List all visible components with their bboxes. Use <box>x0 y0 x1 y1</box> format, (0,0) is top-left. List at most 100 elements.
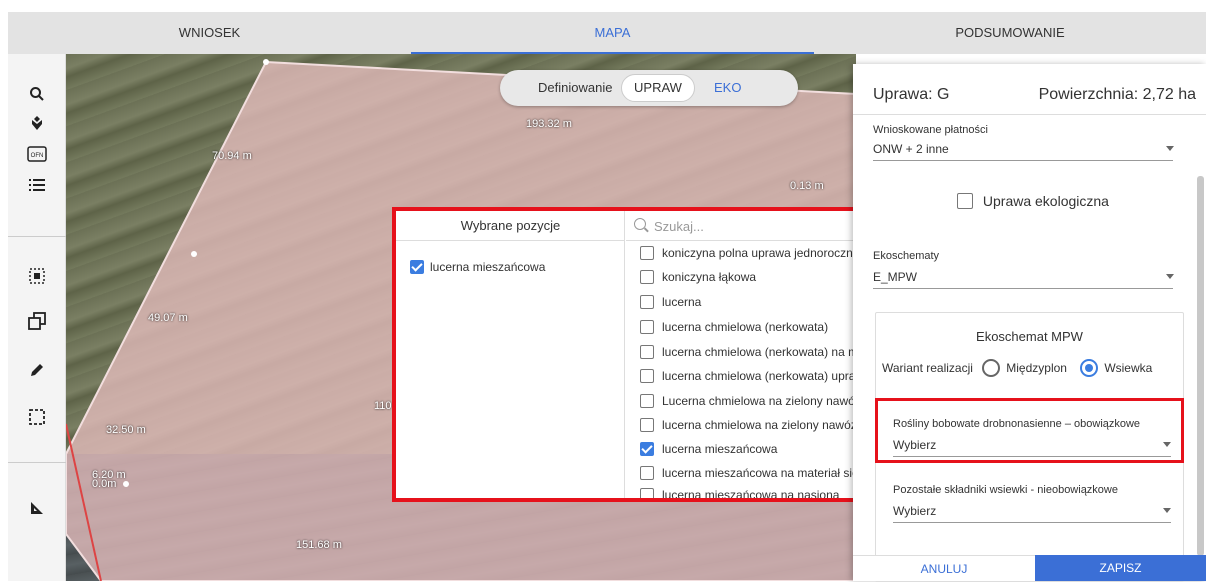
edit-icon[interactable] <box>8 358 66 386</box>
mandatory-field-highlight <box>875 398 1184 463</box>
radio-wsiewka[interactable]: Wsiewka <box>1080 359 1152 377</box>
svg-text:OFN: OFN <box>31 153 44 159</box>
toolbar-divider <box>8 462 66 463</box>
option-label: lucerna mieszańcowa na materiał siewı <box>662 465 861 480</box>
radio-miedzyplon[interactable]: Międzyplon <box>982 359 1067 377</box>
option-label: lucerna mieszańcowa na nasiona <box>662 487 840 498</box>
option-label: lucerna <box>662 294 702 309</box>
orthophoto-icon[interactable]: OFN <box>8 142 66 170</box>
tab-podsumowanie[interactable]: PODSUMOWANIE <box>814 12 1206 54</box>
radio-icon[interactable] <box>982 359 1001 377</box>
option-label: lucerna chmielowa (nerkowata) uprawa <box>662 368 861 383</box>
top-tab-bar: WNIOSEK MAPA PODSUMOWANIE <box>8 12 1206 54</box>
map-measure-label: 110 <box>374 400 392 412</box>
option-item[interactable]: lucerna mieszańcowa <box>640 437 777 459</box>
mode-switch-label: Definiowanie <box>538 80 613 95</box>
checkbox-icon[interactable] <box>640 368 654 383</box>
cancel-button[interactable]: ANULUJ <box>853 555 1035 581</box>
checkbox-icon[interactable] <box>640 465 654 480</box>
option-label: Lucerna chmielowa na zielony nawóz <box>662 393 861 408</box>
optional-select[interactable]: Wybierz <box>893 504 936 518</box>
chevron-down-icon[interactable] <box>1163 508 1171 513</box>
bounding-box-icon[interactable] <box>8 406 66 434</box>
search-icon[interactable] <box>8 82 66 110</box>
variant-row: Wariant realizacji Międzyplon Wsiewka <box>882 359 1152 377</box>
mandatory-label: Rośliny bobowate drobnonasienne – obowią… <box>893 418 1141 430</box>
checkbox-icon[interactable] <box>640 269 654 284</box>
chevron-down-icon[interactable] <box>1166 146 1174 151</box>
map-measure-label: 151.68 m <box>296 539 342 551</box>
payments-underline <box>873 160 1173 161</box>
option-item[interactable]: lucerna chmielowa (nerkowata) na mat <box>640 340 861 362</box>
checkbox-checked-icon[interactable] <box>640 441 654 456</box>
option-label: lucerna chmielowa (nerkowata) <box>662 319 829 334</box>
tab-wniosek[interactable]: WNIOSEK <box>8 12 411 54</box>
checkbox-icon[interactable] <box>640 319 654 334</box>
select-area-icon[interactable] <box>8 264 66 292</box>
map-measure-label: 70.94 m <box>212 150 252 162</box>
option-item[interactable]: lucerna mieszańcowa na materiał siewı <box>640 461 861 483</box>
map-measure-label: 49.07 m <box>148 312 188 324</box>
checkbox-icon[interactable] <box>640 487 654 498</box>
option-item[interactable]: lucerna chmielowa (nerkowata) <box>640 315 828 337</box>
chevron-down-icon[interactable] <box>1166 274 1174 279</box>
checkbox-icon[interactable] <box>640 393 654 408</box>
radio-label: Międzyplon <box>1006 361 1067 375</box>
selected-item-label: lucerna mieszańcowa <box>430 259 546 274</box>
checkbox-icon[interactable] <box>640 294 654 309</box>
chevron-down-icon[interactable] <box>1163 442 1171 447</box>
mandatory-select[interactable]: Wybierz <box>893 438 936 452</box>
panel-scrollbar[interactable] <box>1197 176 1204 556</box>
eco-checkbox[interactable]: Uprawa ekologiczna <box>957 192 1109 210</box>
checkbox-icon[interactable] <box>640 344 654 359</box>
map-measure-label: 0.13 m <box>790 180 824 192</box>
option-item[interactable]: lucerna <box>640 290 701 312</box>
option-item[interactable]: lucerna chmielowa na zielony nawóz w <box>640 413 861 435</box>
optional-underline <box>893 522 1171 523</box>
mode-upraw-button[interactable]: UPRAW <box>621 74 695 102</box>
payments-select[interactable]: ONW + 2 inne <box>873 142 949 156</box>
selected-item[interactable]: lucerna mieszańcowa <box>410 259 545 274</box>
search-icon <box>634 218 646 230</box>
option-item[interactable]: Lucerna chmielowa na zielony nawóz <box>640 389 861 411</box>
option-item[interactable]: koniczyna łąkowa <box>640 265 756 287</box>
map-measure-label: 32.50 m <box>106 424 146 436</box>
radio-selected-icon[interactable] <box>1080 359 1099 377</box>
ekoschematy-select[interactable]: E_MPW <box>873 270 917 284</box>
crop-area: Powierzchnia: 2,72 ha <box>1038 86 1196 103</box>
list-icon[interactable] <box>8 172 66 200</box>
option-label: koniczyna łąkowa <box>662 269 757 284</box>
measure-icon[interactable] <box>8 496 66 524</box>
map-toolbar: OFN <box>8 54 66 581</box>
checkbox-icon[interactable] <box>640 417 654 432</box>
checkbox-icon[interactable] <box>640 245 654 260</box>
selected-items-pane: Wybrane pozycje lucerna mieszańcowa <box>396 211 625 498</box>
layers-icon[interactable] <box>8 310 66 338</box>
save-button[interactable]: ZAPISZ <box>1035 555 1206 581</box>
option-label: lucerna chmielowa na zielony nawóz w <box>662 417 861 432</box>
tab-mapa[interactable]: MAPA <box>411 12 814 54</box>
option-item[interactable]: koniczyna polna uprawa jednoroczna <box>640 241 859 263</box>
map-measure-label: 0.0m <box>92 478 117 490</box>
option-item[interactable]: lucerna mieszańcowa na nasiona <box>640 483 839 498</box>
mandatory-underline <box>893 456 1171 457</box>
selected-items-title: Wybrane pozycje <box>396 211 625 241</box>
eco-checkbox-label: Uprawa ekologiczna <box>982 193 1109 210</box>
optional-label: Pozostałe składniki wsiewki - nieobowiąz… <box>893 484 1118 496</box>
toolbar-divider <box>8 236 66 237</box>
mode-eko-button[interactable]: EKO <box>714 80 741 95</box>
ekoschematy-label: Ekoschematy <box>873 250 940 262</box>
flower-icon[interactable] <box>8 112 66 140</box>
species-picker-popup: Wybrane pozycje lucerna mieszańcowa koni… <box>392 207 865 502</box>
ekoschematy-underline <box>873 288 1173 289</box>
checkbox-icon[interactable] <box>957 193 973 210</box>
option-item[interactable]: lucerna chmielowa (nerkowata) uprawa <box>640 364 861 386</box>
option-label: lucerna chmielowa (nerkowata) na mat <box>662 344 861 359</box>
checkbox-checked-icon[interactable] <box>410 259 424 274</box>
panel-header-divider <box>853 114 1206 115</box>
picker-search-input[interactable] <box>654 216 854 236</box>
option-label: koniczyna polna uprawa jednoroczna <box>662 245 860 260</box>
option-label: lucerna mieszańcowa <box>662 441 778 456</box>
crop-title: Uprawa: G <box>873 86 950 103</box>
variant-label: Wariant realizacji <box>882 361 973 375</box>
